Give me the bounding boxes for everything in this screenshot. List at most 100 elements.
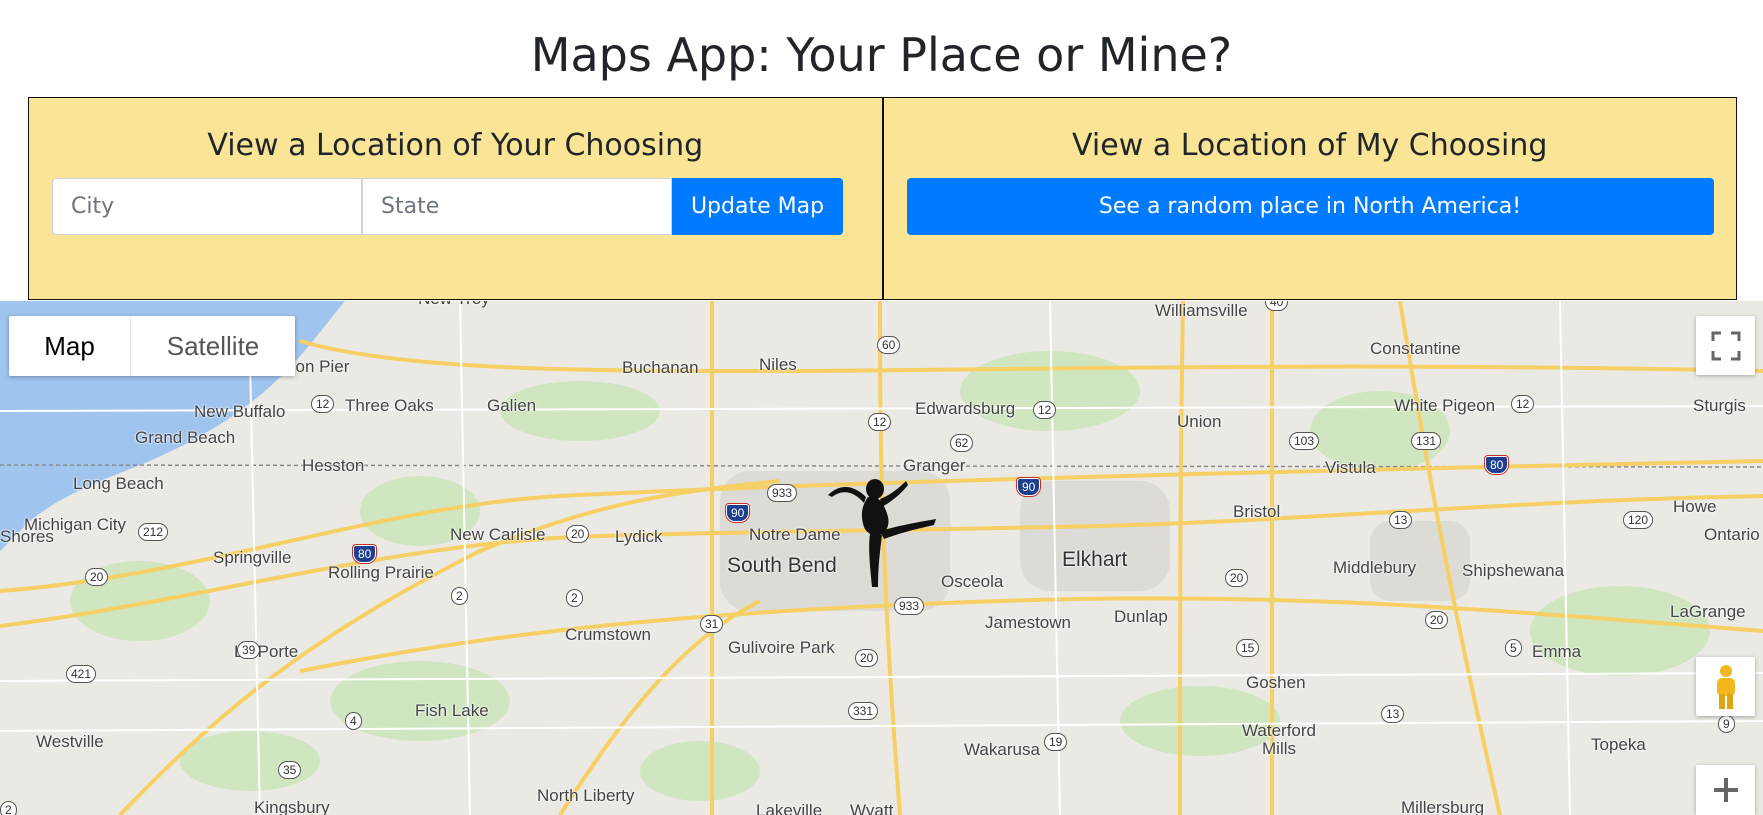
route-shield: 15 (1236, 639, 1260, 657)
route-shield: 20 (566, 525, 590, 543)
your-location-panel: View a Location of Your Choosing Update … (29, 98, 882, 299)
map-label: Crumstown (565, 625, 651, 644)
city-input[interactable] (52, 178, 362, 235)
random-place-button[interactable]: See a random place in North America! (906, 178, 1714, 235)
route-shield: 933 (894, 597, 925, 615)
map-label: Long Beach (73, 474, 164, 493)
route-shield: 12 (1033, 401, 1057, 419)
route-shield: 12 (311, 395, 335, 413)
map-label: New Carlisle (450, 525, 546, 544)
map-label: Grand Beach (135, 428, 236, 447)
route-shield: 60 (877, 336, 901, 354)
map-label: Waterford Mills (1241, 721, 1316, 758)
map-label: Dunlap (1114, 607, 1168, 626)
my-location-heading: View a Location of My Choosing (1072, 128, 1548, 163)
route-shield: 12 (868, 413, 892, 431)
map-label: Osceola (941, 572, 1004, 591)
map-label: Lydick (615, 527, 663, 546)
map-label: White Pigeon (1394, 396, 1496, 415)
map-label: Buchanan (622, 358, 699, 377)
route-shield: 13 (1381, 705, 1405, 723)
update-map-button[interactable]: Update Map (672, 178, 843, 235)
route-shield: 20 (1425, 611, 1449, 629)
route-shield: 20 (855, 649, 879, 667)
map-label: Kingsbury (254, 798, 330, 815)
map-label: Granger (903, 456, 966, 475)
map-label: Williamsville (1155, 301, 1248, 320)
map-label: Middlebury (1333, 558, 1417, 577)
my-location-panel: View a Location of My Choosing See a ran… (881, 98, 1737, 299)
route-shield: 331 (848, 702, 879, 720)
interstate-shield: 90 (1017, 478, 1041, 496)
controls-panel: View a Location of Your Choosing Update … (28, 97, 1737, 300)
map-label: LaGrange (1670, 602, 1746, 621)
pegman-icon (1716, 664, 1735, 709)
map-label: Edwardsburg (915, 399, 1016, 418)
route-shield: 39 (237, 641, 261, 659)
zoom-in-button[interactable] (1696, 765, 1755, 815)
map-label: Rolling Prairie (328, 563, 434, 582)
route-shield: 5 (1505, 639, 1522, 657)
route-shield: 13 (1389, 511, 1413, 529)
map-label: Gulivoire Park (728, 638, 835, 657)
map-label: Union (1177, 412, 1222, 431)
plus-icon (1713, 778, 1738, 802)
route-shield: 120 (1623, 511, 1654, 529)
map-label: Hesston (302, 456, 365, 475)
route-shield: 2 (566, 589, 583, 607)
map-label: Wakarusa (964, 740, 1040, 759)
interstate-shield: 80 (353, 545, 377, 563)
map-label: Constantine (1370, 339, 1461, 358)
map-label: Millersburg (1401, 798, 1485, 815)
map-label: North Liberty (537, 786, 635, 805)
page-title: Maps App: Your Place or Mine? (530, 28, 1233, 82)
map-type-toggle: Map Satellite (9, 316, 295, 376)
map-label: Vistula (1325, 458, 1376, 477)
fullscreen-button[interactable] (1696, 316, 1755, 375)
route-shield: 62 (950, 434, 974, 452)
route-shield: 212 (138, 523, 169, 541)
map-label: Galien (487, 396, 537, 415)
route-shield: 20 (1225, 569, 1249, 587)
map-label: Elkhart (1062, 548, 1128, 571)
map-label: Springville (213, 548, 292, 567)
interstate-shield: 80 (1485, 456, 1509, 474)
map-label: Sturgis (1693, 396, 1746, 415)
location-form: Update Map (52, 178, 843, 235)
map-type-satellite-button[interactable]: Satellite (131, 316, 295, 376)
route-shield: 2 (451, 587, 468, 605)
fullscreen-icon (1711, 331, 1740, 360)
map-label: New Troy (418, 301, 490, 309)
map-label: Lakeville (756, 801, 823, 815)
route-shield: 2 (0, 801, 17, 815)
your-location-heading: View a Location of Your Choosing (207, 128, 704, 163)
state-input[interactable] (362, 178, 672, 235)
interstate-shield: 90 (726, 504, 750, 522)
map-label: Westville (36, 732, 104, 751)
dancer-silhouette-icon[interactable] (820, 475, 940, 590)
route-shield: 20 (85, 568, 109, 586)
route-shield: 131 (1411, 432, 1442, 450)
route-shield: 933 (767, 484, 798, 502)
map-label: Jamestown (985, 613, 1071, 632)
route-shield: 12 (1511, 395, 1535, 413)
map-label: Bristol (1233, 502, 1281, 521)
street-view-button[interactable] (1696, 657, 1755, 716)
route-shield: 9 (1718, 715, 1735, 733)
map-label: Topeka (1591, 735, 1646, 754)
map-label: Fish Lake (415, 701, 489, 720)
map-type-map-button[interactable]: Map (9, 316, 131, 376)
map-label: Wyatt (850, 801, 894, 815)
route-shield: 4 (345, 712, 362, 730)
map-canvas[interactable]: New Troy Williamsville Constantine Bucha… (0, 301, 1763, 815)
map-label: Howe (1673, 497, 1717, 516)
map-label: Niles (759, 355, 797, 374)
map-label: New Buffalo (194, 402, 286, 421)
route-shield: 421 (66, 665, 97, 683)
route-shield: 35 (278, 761, 302, 779)
map-label: Emma (1532, 642, 1582, 661)
map-label: Three Oaks (345, 396, 434, 415)
route-shield: 103 (1289, 432, 1320, 450)
map-label: Goshen (1246, 673, 1306, 692)
route-shield: 31 (700, 615, 724, 633)
